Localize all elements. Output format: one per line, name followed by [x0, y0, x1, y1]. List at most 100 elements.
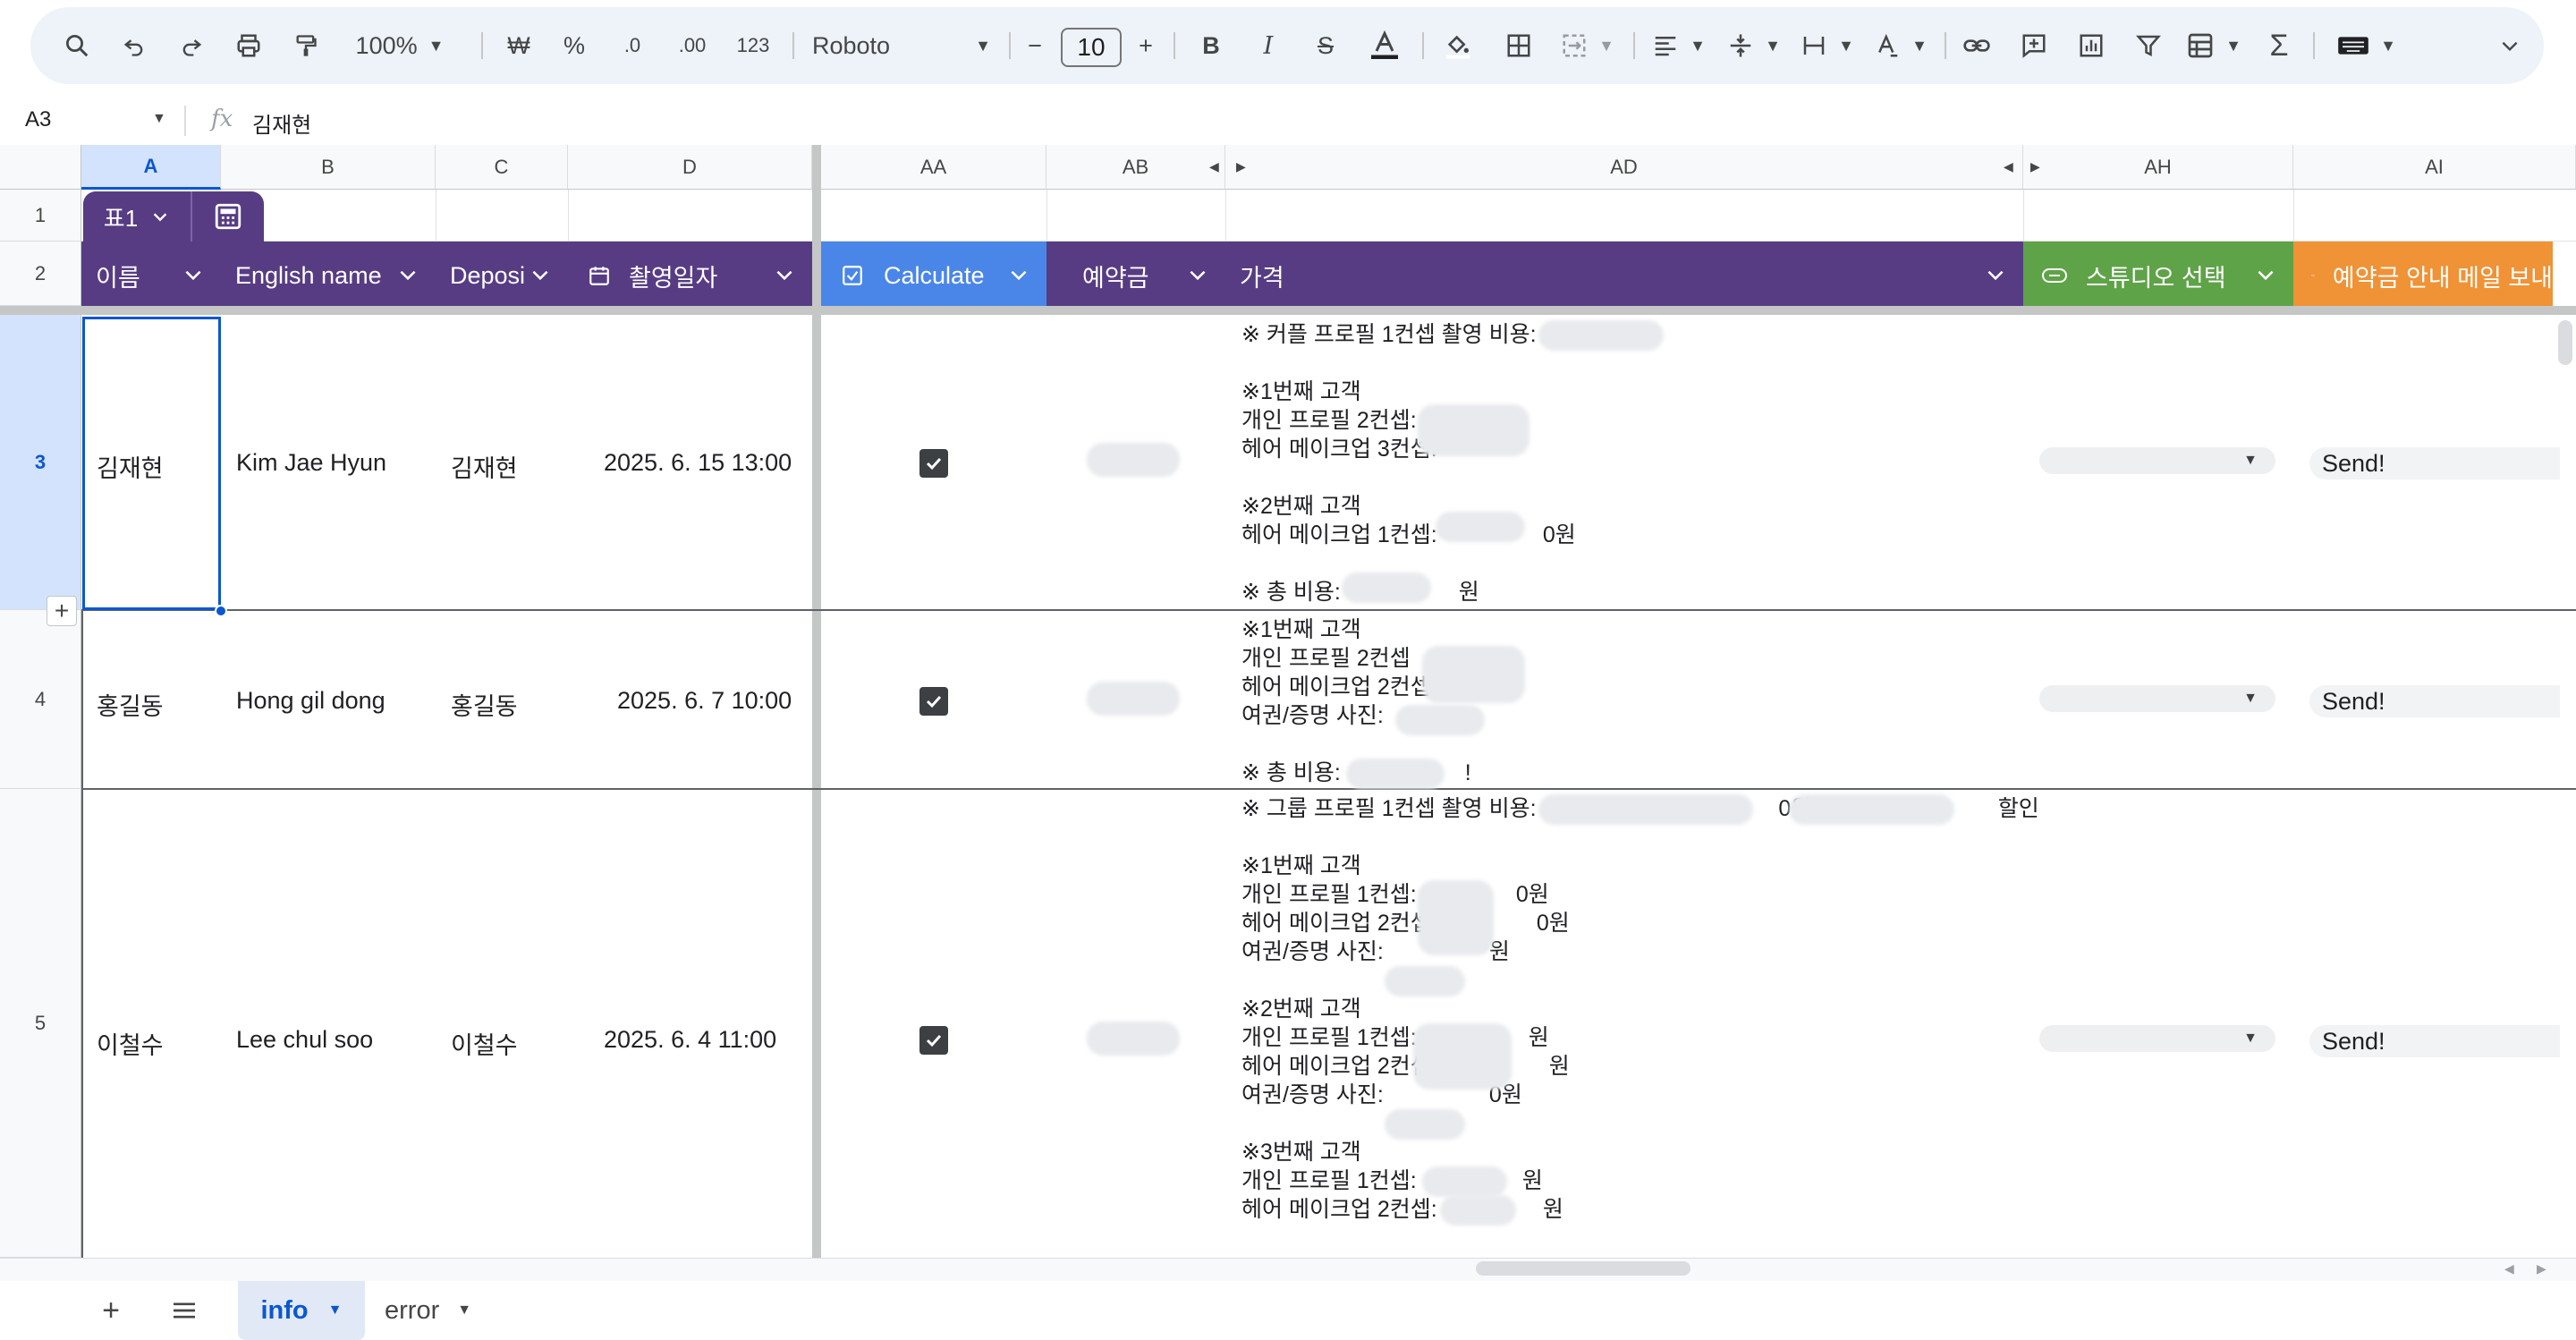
font-select[interactable]: Roboto ▼ [812, 30, 991, 62]
table-name-button[interactable]: 표1 [83, 191, 192, 242]
row-header-5[interactable]: 5 [0, 789, 81, 1258]
name-box[interactable]: A3 [25, 107, 51, 132]
formula-input[interactable]: 김재현 [252, 107, 311, 139]
cell-deposit[interactable]: 홍길동 [451, 687, 518, 722]
comment-icon[interactable] [2016, 30, 2052, 62]
column-header-aa[interactable]: AA [821, 145, 1046, 190]
add-row-icon[interactable]: + [47, 596, 77, 626]
bold-icon[interactable]: B [1193, 30, 1229, 62]
decrease-decimal-button[interactable]: .0 [610, 30, 655, 62]
hidden-columns-right-icon[interactable]: ▶ [2030, 159, 2040, 174]
column-title-english-name[interactable]: English name [221, 242, 436, 310]
column-header-ai[interactable]: AI [2293, 145, 2576, 190]
horizontal-scrollbar[interactable] [1476, 1261, 1690, 1276]
sheet-tab-info[interactable]: info ▼ [238, 1281, 365, 1340]
row-header-3[interactable]: 3 [0, 315, 81, 610]
cell-price[interactable]: ※ 그룹 프로필 1컨셉 촬영 비용: 0원 할인 ※1번째 고객 개인 프로필… [1241, 794, 2039, 1224]
cell-name[interactable]: 홍길동 [97, 687, 164, 722]
frozen-row-divider[interactable] [0, 306, 2576, 315]
column-header-ad[interactable]: AD [1225, 145, 2023, 190]
table-view-icon[interactable]: ▼ [2182, 30, 2245, 62]
collapse-toolbar-icon[interactable] [2492, 30, 2528, 62]
send-mail-chip[interactable]: Send! [2309, 685, 2560, 717]
scroll-right-icon[interactable]: ▶ [2537, 1261, 2546, 1276]
row-header-2[interactable]: 2 [0, 242, 81, 306]
column-header-d[interactable]: D [568, 145, 812, 190]
row-header-1[interactable]: 1 [0, 190, 81, 242]
redo-icon[interactable] [175, 30, 208, 62]
hidden-columns-left-icon[interactable]: ◀ [1209, 159, 1219, 174]
column-header-b[interactable]: B [221, 145, 436, 190]
sheet-tab-error[interactable]: error ▼ [385, 1281, 492, 1340]
fill-handle[interactable] [215, 605, 227, 617]
cell-english-name[interactable]: Kim Jae Hyun [236, 449, 386, 477]
cell-deposit[interactable]: 이철수 [451, 1026, 518, 1061]
column-title-studio[interactable]: 스튜디오 선택 [2023, 242, 2293, 310]
checkbox-icon[interactable] [919, 1026, 948, 1055]
checkbox-icon[interactable] [919, 449, 948, 478]
paint-format-icon[interactable] [290, 30, 322, 62]
cell-deposit[interactable]: 김재현 [451, 449, 518, 484]
vertical-align-icon[interactable]: ▼ [1724, 30, 1784, 62]
studio-dropdown[interactable]: ▼ [2039, 1025, 2275, 1052]
vertical-scrollbar[interactable] [2558, 320, 2572, 365]
text-color-icon[interactable] [1363, 30, 1406, 62]
column-title-mail[interactable]: 예약금 안내 메일 보내 [2293, 242, 2553, 310]
cell-date[interactable]: 2025. 6. 4 11:00 [604, 1026, 776, 1054]
cell-name[interactable]: 김재현 [97, 449, 164, 484]
row-header-4[interactable]: 4 [0, 610, 81, 789]
link-icon[interactable] [1959, 30, 1995, 62]
studio-dropdown[interactable]: ▼ [2039, 685, 2275, 712]
column-header-ab[interactable]: AB [1046, 145, 1225, 190]
search-icon[interactable] [61, 30, 93, 62]
checkbox-icon[interactable] [919, 687, 948, 716]
cell-date[interactable]: 2025. 6. 7 10:00 [617, 687, 792, 715]
studio-dropdown[interactable]: ▼ [2039, 447, 2275, 474]
send-mail-chip[interactable]: Send! [2309, 447, 2560, 479]
column-title-calculate[interactable]: Calculate [821, 242, 1046, 310]
cell-name[interactable]: 이철수 [97, 1026, 164, 1061]
column-title-price[interactable]: 가격 [1225, 242, 2023, 310]
scroll-left-icon[interactable]: ◀ [2504, 1261, 2514, 1276]
horizontal-align-icon[interactable]: ▼ [1649, 30, 1708, 62]
send-mail-chip[interactable]: Send! [2309, 1025, 2560, 1057]
text-rotation-icon[interactable]: ▼ [1871, 30, 1930, 62]
text-wrap-icon[interactable]: ▼ [1798, 30, 1857, 62]
frozen-column-divider[interactable] [812, 145, 821, 1258]
column-title-date[interactable]: 촬영일자 [568, 242, 812, 310]
input-tools-icon[interactable]: ▼ [2333, 30, 2401, 62]
column-header-c[interactable]: C [436, 145, 568, 190]
table-calculator-icon[interactable] [192, 191, 264, 242]
column-title-deposit[interactable]: Deposi [436, 242, 568, 310]
currency-format-button[interactable]: ₩ [501, 30, 537, 62]
functions-icon[interactable]: Σ [2261, 29, 2297, 63]
decrease-font-size-button[interactable]: − [1021, 30, 1048, 62]
hidden-columns-right-icon[interactable]: ▶ [1236, 159, 1246, 174]
all-sheets-icon[interactable] [166, 1281, 202, 1340]
fill-color-icon[interactable] [1440, 30, 1476, 62]
cell-english-name[interactable]: Lee chul soo [236, 1026, 373, 1054]
print-icon[interactable] [233, 30, 265, 62]
select-all-corner[interactable] [0, 145, 81, 190]
add-sheet-button[interactable]: + [93, 1281, 129, 1340]
column-header-a[interactable]: A [81, 145, 221, 190]
percent-format-button[interactable]: % [556, 30, 592, 62]
column-header-ah[interactable]: AH [2023, 145, 2293, 190]
strikethrough-icon[interactable]: S [1308, 30, 1343, 62]
zoom-select[interactable]: 100% ▼ [351, 30, 449, 62]
cell-price[interactable]: ※ 커플 프로필 1컨셉 촬영 비용: ※1번째 고객 개인 프로필 2컨셉: … [1241, 320, 1576, 606]
filter-icon[interactable] [2131, 30, 2166, 62]
increase-decimal-button[interactable]: .00 [667, 30, 717, 62]
borders-icon[interactable] [1501, 30, 1537, 62]
chevron-down-icon[interactable]: ▼ [152, 111, 166, 127]
number-format-button[interactable]: 123 [730, 30, 776, 62]
italic-icon[interactable]: I [1250, 30, 1286, 62]
column-title-name[interactable]: 이름 [81, 242, 221, 310]
chart-icon[interactable] [2073, 30, 2109, 62]
undo-icon[interactable] [118, 30, 150, 62]
cell-english-name[interactable]: Hong gil dong [236, 687, 386, 715]
column-title-reservation-fee[interactable]: 예약금 [1046, 242, 1225, 310]
increase-font-size-button[interactable]: + [1132, 30, 1159, 62]
merge-cells-icon[interactable]: ▼ [1556, 30, 1619, 62]
hidden-columns-left-icon[interactable]: ◀ [2004, 159, 2013, 174]
